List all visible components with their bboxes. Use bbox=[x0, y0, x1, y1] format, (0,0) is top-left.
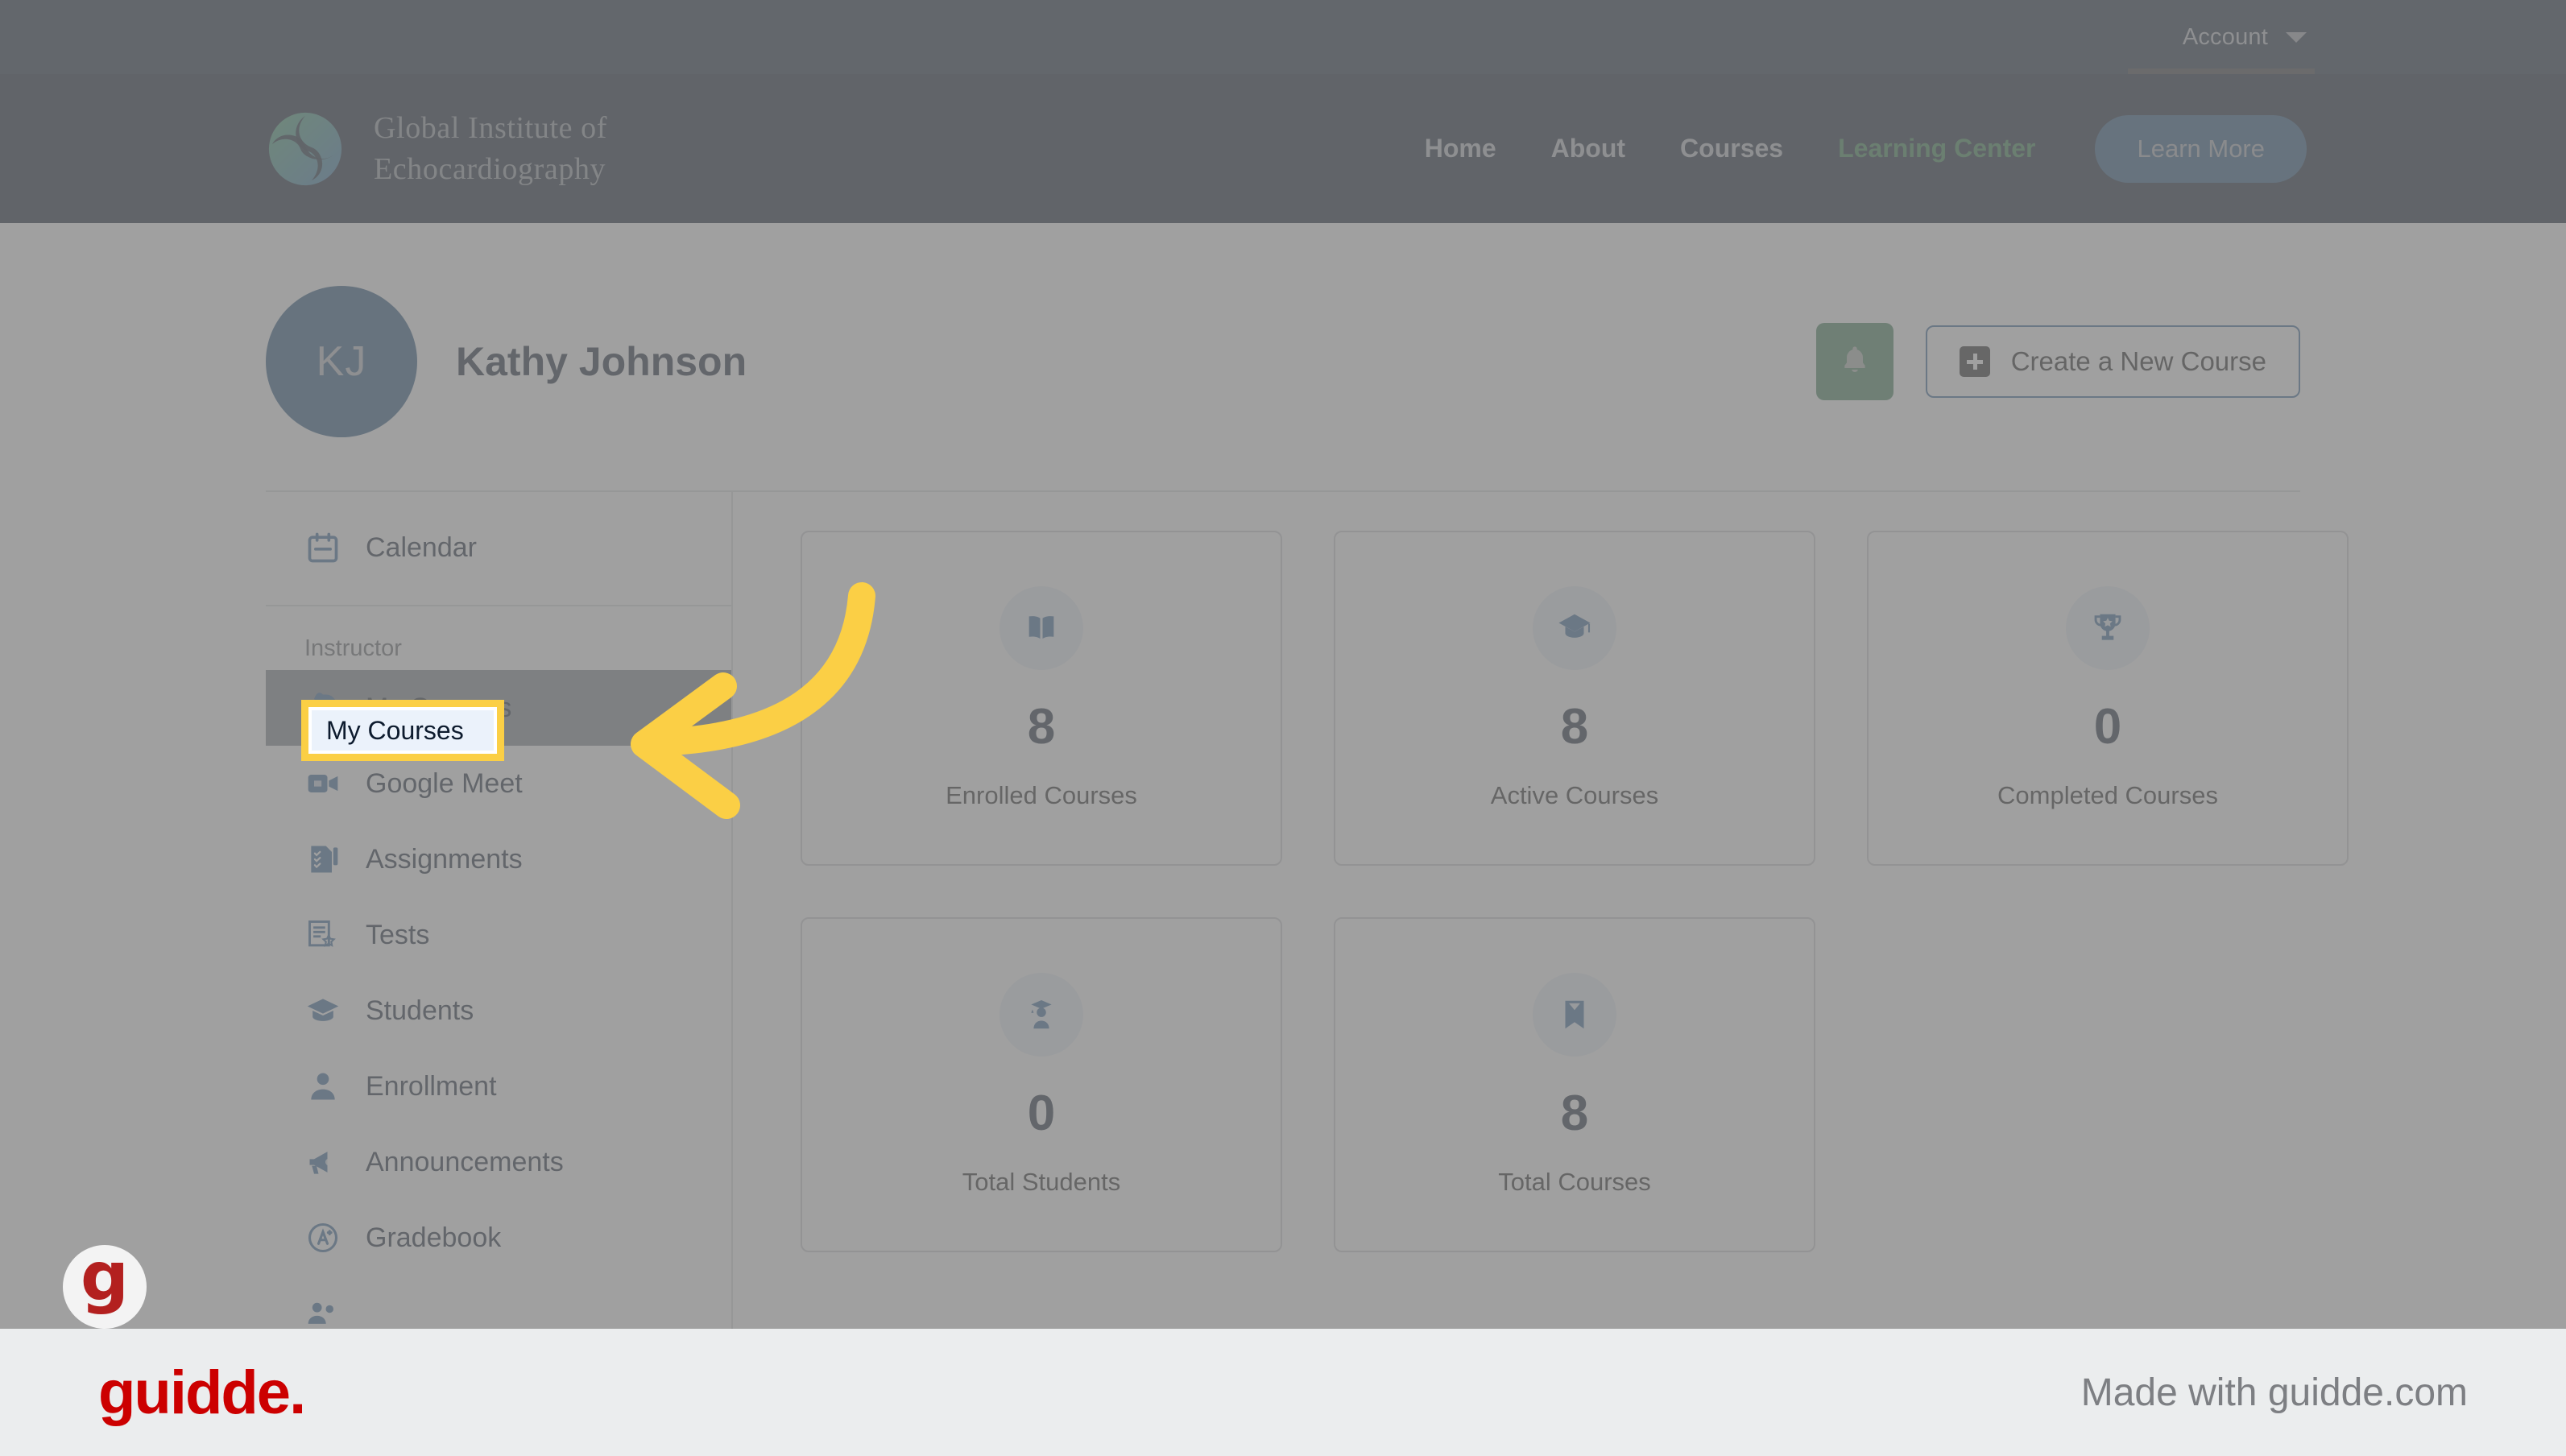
sidebar-item-label: Google Meet bbox=[366, 767, 523, 799]
person-icon bbox=[304, 1068, 341, 1105]
test-paper-icon bbox=[304, 916, 341, 953]
profile-header: KJ Kathy Johnson Create a New Course bbox=[266, 223, 2300, 490]
brand[interactable]: Global Institute of Echocardiography bbox=[266, 108, 607, 189]
stats-row-1: 8 Enrolled Courses 8 Active Courses 0 Co… bbox=[801, 531, 2349, 866]
sidebar-item-label: Students bbox=[366, 995, 474, 1026]
chevron-down-icon bbox=[2286, 31, 2307, 43]
people-icon bbox=[304, 1295, 341, 1329]
brand-name: Global Institute of Echocardiography bbox=[374, 108, 607, 189]
highlight-callout: My Courses bbox=[301, 700, 504, 761]
sidebar-item-label: Gradebook bbox=[366, 1222, 502, 1253]
stat-label: Active Courses bbox=[1490, 781, 1659, 809]
sidebar-item-label: Announcements bbox=[366, 1146, 564, 1177]
nav-link-about[interactable]: About bbox=[1524, 134, 1653, 163]
bookmark-icon bbox=[1533, 973, 1616, 1057]
sidebar-item-gradebook[interactable]: Gradebook bbox=[266, 1200, 731, 1276]
grid-spacer bbox=[1867, 917, 2349, 1252]
student-icon bbox=[999, 973, 1083, 1057]
guidde-logo: guidde. bbox=[98, 1358, 306, 1427]
made-with-guidde-text: Made with guidde.com bbox=[2080, 1371, 2468, 1414]
calendar-icon bbox=[304, 529, 341, 566]
megaphone-icon bbox=[304, 1144, 341, 1181]
stat-label: Completed Courses bbox=[1997, 781, 2218, 809]
account-menu-indicator bbox=[2128, 68, 2315, 74]
stat-value: 0 bbox=[1027, 1086, 1056, 1141]
nav-link-courses[interactable]: Courses bbox=[1653, 134, 1811, 163]
page-title: Kathy Johnson bbox=[456, 339, 747, 384]
utility-bar: Account bbox=[0, 0, 2566, 74]
screenshot-root: Account Global Institute of Echocardiogr… bbox=[0, 0, 2566, 1456]
web-app: Account Global Institute of Echocardiogr… bbox=[0, 0, 2566, 1329]
brand-line-1: Global Institute of bbox=[374, 110, 608, 145]
avatar: KJ bbox=[266, 286, 417, 437]
bell-icon bbox=[1839, 344, 1871, 380]
graduation-cap-icon bbox=[1533, 586, 1616, 670]
sidebar-item-label: Tests bbox=[366, 919, 430, 950]
stat-value: 0 bbox=[2093, 699, 2122, 755]
stat-label: Total Courses bbox=[1498, 1168, 1651, 1196]
stat-value: 8 bbox=[1027, 699, 1056, 755]
checklist-icon bbox=[304, 841, 341, 878]
create-new-course-button[interactable]: Create a New Course bbox=[1925, 325, 2300, 398]
video-camera-icon bbox=[304, 765, 341, 802]
sidebar-item-students[interactable]: Students bbox=[266, 973, 731, 1049]
nav-links: Home About Courses Learning Center Learn… bbox=[1397, 114, 2307, 183]
sidebar-item-announcements[interactable]: Announcements bbox=[266, 1124, 731, 1200]
stat-card-total-students: 0 Total Students bbox=[801, 917, 1282, 1252]
stat-label: Total Students bbox=[962, 1168, 1121, 1196]
sidebar-item-label: Enrollment bbox=[366, 1070, 497, 1102]
sidebar-item-label: Calendar bbox=[366, 532, 477, 563]
guidde-badge-icon[interactable]: g bbox=[63, 1245, 147, 1329]
stat-card-active-courses: 8 Active Courses bbox=[1334, 531, 1815, 866]
learn-more-button[interactable]: Learn More bbox=[2095, 114, 2307, 183]
gie-swirl-logo-icon bbox=[266, 110, 345, 188]
sidebar-item-partial[interactable] bbox=[266, 1276, 731, 1329]
highlight-label[interactable]: My Courses bbox=[312, 710, 494, 751]
sidebar-item-enrollment[interactable]: Enrollment bbox=[266, 1049, 731, 1124]
stats-row-2: 0 Total Students 8 Total Courses bbox=[801, 917, 2349, 1252]
sidebar-item-tests[interactable]: Tests bbox=[266, 897, 731, 973]
nav-link-learning-center[interactable]: Learning Center bbox=[1811, 134, 2063, 163]
graduation-cap-icon bbox=[304, 992, 341, 1029]
trophy-icon bbox=[2066, 586, 2150, 670]
main-navigation: Global Institute of Echocardiography Hom… bbox=[0, 74, 2566, 223]
brand-line-2: Echocardiography bbox=[374, 151, 606, 186]
guidde-footer: guidde. Made with guidde.com bbox=[0, 1329, 2566, 1456]
curved-left-arrow-icon bbox=[507, 564, 894, 842]
stat-value: 8 bbox=[1560, 1086, 1589, 1141]
create-new-course-label: Create a New Course bbox=[2010, 346, 2266, 376]
sidebar-item-label: Assignments bbox=[366, 843, 523, 875]
grade-a-icon bbox=[304, 1219, 341, 1256]
account-menu[interactable]: Account bbox=[2183, 24, 2307, 51]
stat-card-completed-courses: 0 Completed Courses bbox=[1867, 531, 2349, 866]
dashboard: KJ Kathy Johnson Create a New Course Cal… bbox=[0, 223, 2566, 1329]
stats-area: 8 Enrolled Courses 8 Active Courses 0 Co… bbox=[733, 492, 2349, 1329]
stat-card-total-courses: 8 Total Courses bbox=[1334, 917, 1815, 1252]
profile-actions: Create a New Course bbox=[1815, 323, 2300, 400]
plus-square-icon bbox=[1959, 346, 1990, 377]
account-label: Account bbox=[2182, 23, 2268, 50]
notifications-button[interactable] bbox=[1815, 323, 1893, 400]
stat-label: Enrolled Courses bbox=[946, 781, 1137, 809]
stat-value: 8 bbox=[1560, 699, 1589, 755]
open-book-icon bbox=[999, 586, 1083, 670]
nav-link-home[interactable]: Home bbox=[1397, 134, 1524, 163]
